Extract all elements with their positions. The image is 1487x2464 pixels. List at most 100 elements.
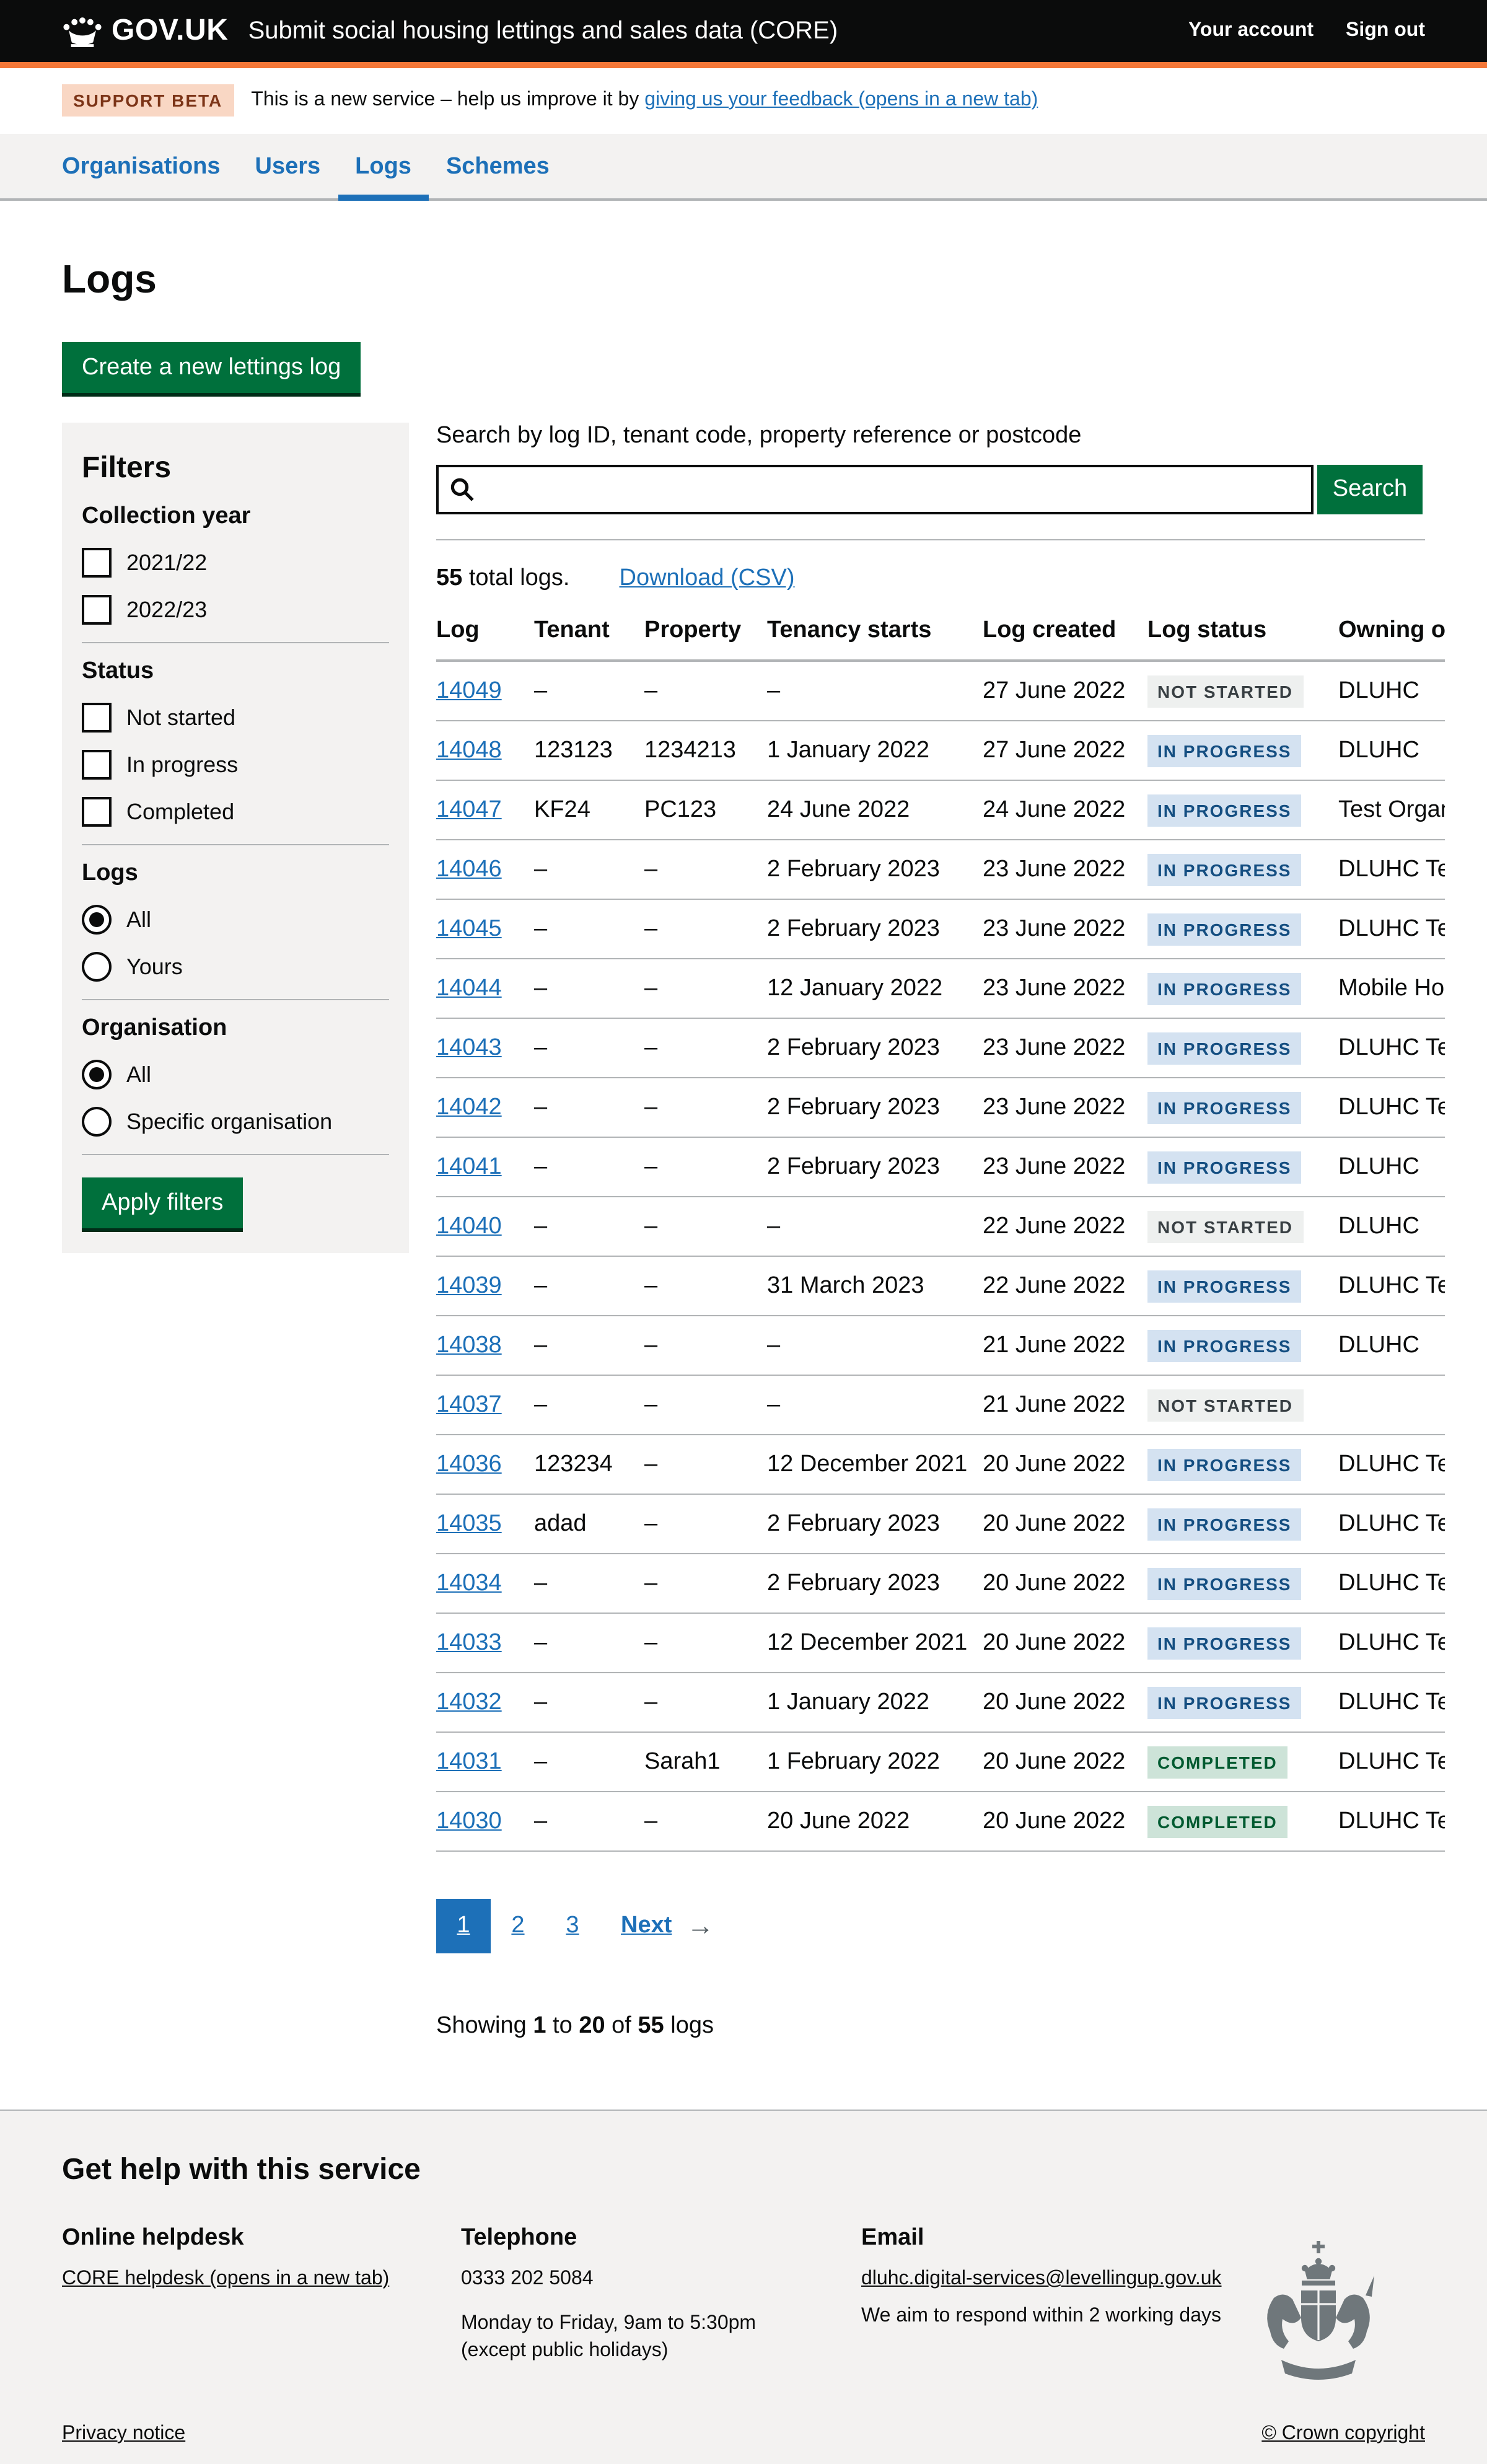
log-link[interactable]: 14046 [436, 856, 502, 882]
log-link[interactable]: 14033 [436, 1629, 502, 1655]
log-link[interactable]: 14037 [436, 1391, 502, 1417]
cell-tenant: – [534, 1153, 644, 1181]
log-link[interactable]: 14034 [436, 1570, 502, 1596]
cell-tenancy-starts: 12 December 2021 [767, 1451, 983, 1478]
cell-tenant: – [534, 1332, 644, 1359]
table-row: 14045––2 February 202323 June 2022IN PRO… [436, 900, 1445, 959]
table-row: 14037–––21 June 2022NOT STARTED [436, 1376, 1445, 1435]
cell-log-status: IN PROGRESS [1147, 794, 1338, 826]
page-2[interactable]: 2 [491, 1899, 545, 1953]
checkbox-completed[interactable] [82, 797, 112, 827]
apply-filters-button[interactable]: Apply filters [82, 1177, 243, 1228]
cell-tenant: – [534, 1689, 644, 1716]
telephone-hours: Monday to Friday, 9am to 5:30pm [461, 2312, 861, 2336]
log-link[interactable]: 14041 [436, 1153, 502, 1179]
cell-owning-organisation: DLUHC Test [1338, 1510, 1445, 1538]
total-count: 55 [436, 565, 462, 591]
log-link[interactable]: 14036 [436, 1451, 502, 1477]
cell-property: – [644, 1510, 767, 1538]
cell-owning-organisation: DLUHC Test [1338, 915, 1445, 943]
cell-tenancy-starts: 1 January 2022 [767, 737, 983, 764]
feedback-link[interactable]: giving us your feedback (opens in a new … [644, 89, 1038, 110]
cell-log-status: IN PROGRESS [1147, 1151, 1338, 1183]
page-3[interactable]: 3 [545, 1899, 600, 1953]
crown-copyright-link[interactable]: © Crown copyright [1261, 2423, 1425, 2445]
log-link[interactable]: 14031 [436, 1748, 502, 1774]
cell-owning-organisation: DLUHC [1338, 737, 1445, 764]
cell-tenant: – [534, 677, 644, 705]
showing-to: 20 [579, 2013, 605, 2039]
checkbox-not-started[interactable] [82, 703, 112, 733]
option-label: All [126, 907, 151, 933]
sign-out-link[interactable]: Sign out [1346, 20, 1425, 42]
radio-yours[interactable] [82, 952, 112, 982]
log-link[interactable]: 14038 [436, 1332, 502, 1358]
cell-log-status: IN PROGRESS [1147, 1686, 1338, 1718]
status-badge: NOT STARTED [1147, 1210, 1303, 1243]
cell-owning-organisation: DLUHC Test [1338, 1094, 1445, 1121]
col-header-log-status: Log status [1147, 617, 1338, 645]
filter-group-title-logs: Logs [82, 860, 389, 887]
status-badge: IN PROGRESS [1147, 1567, 1302, 1599]
next-arrow-icon[interactable]: → [686, 1910, 714, 1942]
cell-log-created: 27 June 2022 [983, 737, 1147, 764]
log-link[interactable]: 14042 [436, 1094, 502, 1120]
next-page-link[interactable]: Next [621, 1912, 672, 1940]
nav-item-schemes[interactable]: Schemes [429, 134, 567, 198]
log-link[interactable]: 14045 [436, 915, 502, 941]
cell-owning-organisation: DLUHC Test [1338, 1629, 1445, 1657]
nav-item-users[interactable]: Users [238, 134, 338, 198]
log-link[interactable]: 14035 [436, 1510, 502, 1536]
download-csv-link[interactable]: Download (CSV) [620, 565, 795, 591]
service-name[interactable]: Submit social housing lettings and sales… [248, 17, 838, 45]
email-link[interactable]: dluhc.digital-services@levellingup.gov.u… [861, 2268, 1222, 2289]
cell-owning-organisation: DLUHC [1338, 1213, 1445, 1240]
cell-tenant: – [534, 1272, 644, 1300]
core-helpdesk-link[interactable]: CORE helpdesk (opens in a new tab) [62, 2268, 389, 2289]
search-button[interactable]: Search [1317, 465, 1423, 514]
cell-log: 14034 [436, 1570, 534, 1597]
log-link[interactable]: 14043 [436, 1034, 502, 1060]
cell-log-created: 22 June 2022 [983, 1213, 1147, 1240]
cell-tenant: – [534, 1094, 644, 1121]
cell-log: 14042 [436, 1094, 534, 1121]
filter-divider [82, 642, 389, 643]
cell-property: – [644, 1034, 767, 1062]
log-link[interactable]: 14040 [436, 1213, 502, 1239]
log-link[interactable]: 14048 [436, 737, 502, 763]
cell-tenant: – [534, 1629, 644, 1657]
radio-specific-organisation[interactable] [82, 1107, 112, 1137]
radio-all[interactable] [82, 905, 112, 935]
page-1[interactable]: 1 [436, 1899, 491, 1953]
cell-property: 1234213 [644, 737, 767, 764]
checkbox-2022-23[interactable] [82, 595, 112, 625]
cell-tenant: – [534, 1570, 644, 1597]
log-link[interactable]: 14047 [436, 796, 502, 822]
log-link[interactable]: 14032 [436, 1689, 502, 1715]
cell-property: – [644, 1391, 767, 1419]
cell-log-status: IN PROGRESS [1147, 734, 1338, 767]
cell-tenant: – [534, 1748, 644, 1775]
cell-log-created: 23 June 2022 [983, 1153, 1147, 1181]
cell-log-status: NOT STARTED [1147, 1389, 1338, 1421]
log-link[interactable]: 14030 [436, 1808, 502, 1834]
log-link[interactable]: 14049 [436, 677, 502, 703]
status-badge: NOT STARTED [1147, 675, 1303, 707]
your-account-link[interactable]: Your account [1188, 20, 1314, 42]
filters-panel: Filters Collection year2021/222022/23Sta… [62, 423, 409, 1253]
log-link[interactable]: 14044 [436, 975, 502, 1001]
checkbox-2021-22[interactable] [82, 548, 112, 578]
cell-tenant: – [534, 1391, 644, 1419]
cell-log: 14044 [436, 975, 534, 1002]
govuk-logo[interactable]: GOV.UK [62, 14, 229, 48]
radio-all[interactable] [82, 1060, 112, 1089]
search-input[interactable] [486, 475, 1301, 504]
crown-icon [62, 14, 103, 48]
create-lettings-log-button[interactable]: Create a new lettings log [62, 342, 361, 393]
nav-item-logs[interactable]: Logs [338, 134, 429, 198]
cell-tenancy-starts: 2 February 2023 [767, 1094, 983, 1121]
nav-item-organisations[interactable]: Organisations [45, 134, 238, 198]
checkbox-in-progress[interactable] [82, 750, 112, 780]
privacy-notice-link[interactable]: Privacy notice [62, 2423, 185, 2445]
log-link[interactable]: 14039 [436, 1272, 502, 1298]
